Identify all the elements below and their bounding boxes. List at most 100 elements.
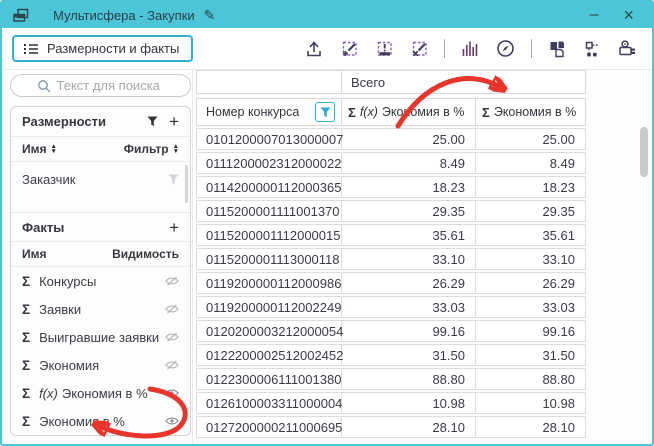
eye-slash-icon [165,332,179,342]
table-total-row: Всего [196,70,586,94]
cell-contest-number: 0119200000112002249 [197,297,342,317]
close-button[interactable]: × [615,6,642,24]
visibility-toggle[interactable] [165,360,179,370]
visibility-toggle[interactable] [165,332,179,342]
table-row[interactable]: 0115200001111001370 29.35 29.35 [196,200,586,222]
fact-name: Экономия в % [39,414,125,429]
dimensions-facts-button[interactable]: Размерности и факты [12,35,193,62]
selection-edit-add-icon[interactable] [339,39,359,59]
table-body: 0101200007013000007 25.00 25.00 01112000… [196,128,586,438]
sort-icon: ▲▼ [51,144,57,154]
dimensions-columns-header: Имя ▲▼ Фильтр ▲▼ [11,137,190,162]
add-fact-icon[interactable]: + [169,219,179,236]
dimensions-facts-panel: Размерности + Имя ▲▼ Фильтр ▲▼ [10,106,191,436]
table-row[interactable]: 0122300006111001380 88.80 88.80 [196,368,586,390]
search-icon [37,79,51,93]
window-title: Мультисфера - Закупки [53,8,195,23]
sigma-icon: Σ [22,330,30,345]
table-row[interactable]: 0115200001113000118 33.10 33.10 [196,248,586,270]
cell-fx-economy: 31.50 [342,345,476,365]
column-label: Экономия в % [494,105,576,119]
minimize-button[interactable]: – [582,7,607,23]
column-header-economy[interactable]: Σ Экономия в % [476,99,585,125]
cell-economy: 25.00 [476,129,585,149]
projector-icon[interactable] [617,39,638,59]
filter-icon[interactable] [147,116,158,127]
table-row[interactable]: 0127200000211000695 28.10 28.10 [196,416,586,438]
cell-economy: 33.10 [476,249,585,269]
filter-icon [320,107,331,118]
cell-fx-economy: 18.23 [342,177,476,197]
bar-chart-icon[interactable] [460,39,480,59]
table-row[interactable]: 0122200002512002452 31.50 31.50 [196,344,586,366]
visibility-toggle[interactable] [165,416,179,426]
copy-sheets-icon[interactable] [547,39,567,59]
cell-economy: 29.35 [476,201,585,221]
facts-columns-header: Имя Видимость [11,242,190,267]
cell-fx-economy: 28.10 [342,417,476,437]
fact-name: Конкурсы [39,274,96,289]
facts-name-column: Имя [22,247,47,261]
add-dimension-icon[interactable]: + [169,113,179,130]
table-row[interactable]: 0111200002312000022 8.49 8.49 [196,152,586,174]
sigma-icon: Σ [22,414,30,429]
table-row[interactable]: 0101200007013000007 25.00 25.00 [196,128,586,150]
compass-icon[interactable] [495,38,516,59]
table-row[interactable]: 0119200000112000986 26.29 26.29 [196,272,586,294]
table-row[interactable]: 0119200000112002249 33.03 33.03 [196,296,586,318]
fact-item[interactable]: Σ Экономия в % [11,407,190,435]
cell-contest-number: 0114200000112000365 [197,177,342,197]
eye-icon [165,416,179,426]
total-label: Всего [342,71,585,93]
sigma-icon: Σ [22,386,30,401]
toolbar-separator [444,39,445,58]
cell-fx-economy: 25.00 [342,129,476,149]
dimensions-filter-column[interactable]: Фильтр ▲▼ [124,142,179,156]
visibility-toggle[interactable] [165,388,179,398]
table-row[interactable]: 0114200000112000365 18.23 18.23 [196,176,586,198]
dimension-item[interactable]: Заказчик [11,162,190,196]
visibility-toggle[interactable] [165,304,179,314]
filter-icon-muted[interactable] [168,174,179,185]
toolbar-icons [304,38,652,59]
fact-function-prefix: f(x) [39,386,58,401]
table-row[interactable]: 0120200003212000054 99.16 99.16 [196,320,586,342]
cell-contest-number: 0111200002312000022 [197,153,342,173]
search-input[interactable] [57,78,165,93]
dimensions-name-column[interactable]: Имя ▲▼ [22,142,57,156]
fact-item[interactable]: Σ Конкурсы [11,267,190,295]
vertical-scrollbar[interactable] [640,127,648,177]
table-row[interactable]: 0126100003311000004 10.98 10.98 [196,392,586,414]
fact-item[interactable]: Σ f(x) Экономия в % [11,379,190,407]
fact-item[interactable]: Σ Экономия [11,351,190,379]
column-header-fx-economy[interactable]: Σ f(x) Экономия в % [342,99,476,125]
sigma-icon: Σ [22,358,30,373]
selection-alert-icon[interactable] [374,39,394,59]
edit-title-icon[interactable]: ✎ [204,7,216,24]
toolbar: Размерности и факты [2,28,652,70]
sidebar-scrollbar[interactable] [185,165,188,203]
export-icon[interactable] [304,39,324,59]
column-filter-button[interactable] [315,102,335,122]
cell-economy: 88.80 [476,369,585,389]
cell-fx-economy: 33.10 [342,249,476,269]
cell-fx-economy: 29.35 [342,201,476,221]
cell-contest-number: 0115200001112000015 [197,225,342,245]
table-row[interactable]: 0115200001112000015 35.61 35.61 [196,224,586,246]
hierarchy-icon[interactable] [582,39,602,59]
fact-item[interactable]: Σ Выигравшие заявки [11,323,190,351]
cell-fx-economy: 10.98 [342,393,476,413]
fact-item[interactable]: Σ Заявки [11,295,190,323]
visibility-toggle[interactable] [165,276,179,286]
cell-fx-economy: 35.61 [342,225,476,245]
column-header-contest-number[interactable]: Номер конкурса [197,99,342,125]
cell-contest-number: 0126100003311000004 [197,393,342,413]
column-label: Номер конкурса [206,105,299,119]
sigma-icon: Σ [22,302,30,317]
dimensions-section-header: Размерности + [11,107,190,137]
facts-section-header: Факты + [11,212,190,242]
dimensions-title: Размерности [22,114,106,129]
selection-edit-remove-icon[interactable] [409,39,429,59]
eye-slash-icon [165,304,179,314]
facts-visibility-column: Видимость [112,247,179,261]
